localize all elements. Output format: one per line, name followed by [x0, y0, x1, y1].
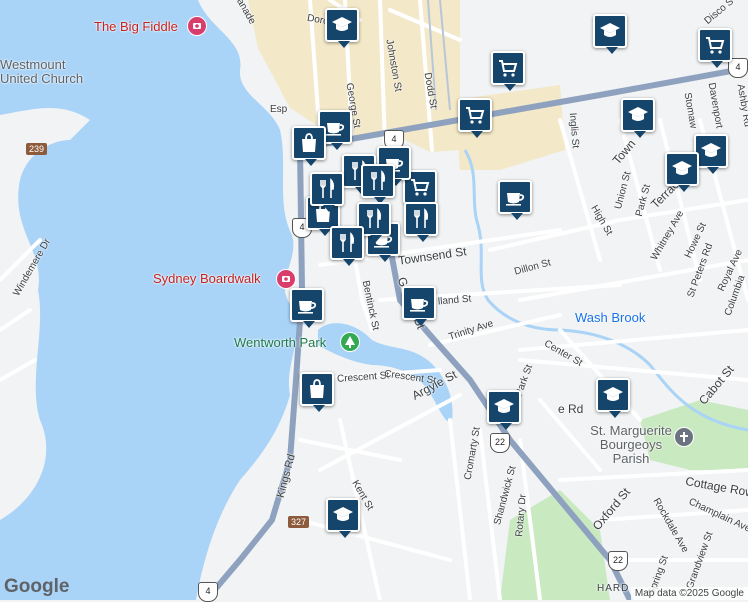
restaurant-icon — [367, 208, 382, 228]
school-marker[interactable] — [593, 14, 627, 54]
area-label-wentworth-park[interactable]: Wentworth Park — [234, 335, 326, 350]
tree-icon[interactable] — [340, 332, 360, 352]
cart-icon — [499, 60, 518, 77]
school-marker[interactable] — [694, 134, 728, 174]
street-label: HARD — [597, 583, 630, 594]
highway-shield-22: 22 — [608, 551, 628, 571]
school-icon — [332, 17, 352, 31]
cart-icon — [466, 107, 485, 124]
restaurant-marker[interactable] — [330, 226, 364, 266]
church-icon[interactable] — [674, 427, 694, 447]
grocery-marker[interactable] — [491, 51, 525, 91]
camera-icon[interactable] — [187, 16, 207, 36]
shopping-bag-icon — [310, 379, 324, 398]
street-label: e Rd — [558, 402, 584, 416]
cafe-marker[interactable] — [402, 286, 436, 326]
restaurant-marker[interactable] — [361, 164, 395, 204]
school-icon — [672, 161, 692, 175]
coffee-icon — [410, 299, 429, 312]
poi-label-big-fiddle[interactable]: The Big Fiddle — [94, 19, 178, 34]
coffee-icon — [506, 193, 525, 206]
school-icon — [701, 143, 721, 157]
school-marker[interactable] — [487, 390, 521, 430]
place-label-westmount[interactable]: Westmount United Church — [0, 58, 90, 86]
camera-icon[interactable] — [276, 269, 296, 289]
restaurant-marker[interactable] — [404, 202, 438, 242]
coffee-icon — [298, 301, 317, 314]
school-marker[interactable] — [621, 98, 655, 138]
grocery-marker[interactable] — [458, 98, 492, 138]
school-marker[interactable] — [325, 8, 359, 48]
shopping-bag-icon — [302, 133, 316, 152]
school-marker[interactable] — [665, 152, 699, 192]
cafe-marker[interactable] — [498, 180, 532, 220]
google-logo: Google — [4, 576, 70, 597]
restaurant-icon — [414, 208, 429, 228]
school-icon — [603, 387, 623, 401]
school-icon — [628, 107, 648, 121]
grocery-marker[interactable] — [698, 28, 732, 68]
water-label-wash-brook[interactable]: Wash Brook — [575, 310, 645, 325]
street-label: Esp — [270, 104, 288, 115]
restaurant-icon — [371, 170, 386, 190]
restaurant-icon — [340, 232, 355, 252]
route-shield-327: 327 — [288, 516, 310, 528]
school-icon — [333, 507, 353, 521]
shop-marker[interactable] — [292, 126, 326, 166]
place-label-st-marguerite[interactable]: St. Marguerite Bourgeoys Parish — [581, 424, 681, 466]
coffee-icon — [326, 123, 345, 136]
shop-marker[interactable] — [300, 372, 334, 412]
restaurant-marker[interactable] — [310, 172, 344, 212]
map-attribution[interactable]: Map data ©2025 Google — [630, 587, 748, 600]
route-shield-239: 239 — [26, 143, 48, 155]
poi-label-boardwalk[interactable]: Sydney Boardwalk — [153, 271, 261, 286]
highway-shield-4: 4 — [198, 582, 218, 602]
restaurant-icon — [320, 178, 335, 198]
cafe-marker[interactable] — [290, 288, 324, 328]
school-icon — [494, 399, 514, 413]
highway-shield-22: 22 — [490, 433, 510, 453]
school-marker[interactable] — [596, 378, 630, 418]
map-canvas[interactable]: The Big Fiddle Sydney Boardwalk Westmoun… — [0, 0, 748, 602]
school-icon — [600, 23, 620, 37]
cart-icon — [706, 37, 725, 54]
school-marker[interactable] — [326, 498, 360, 538]
cart-icon — [411, 179, 430, 196]
